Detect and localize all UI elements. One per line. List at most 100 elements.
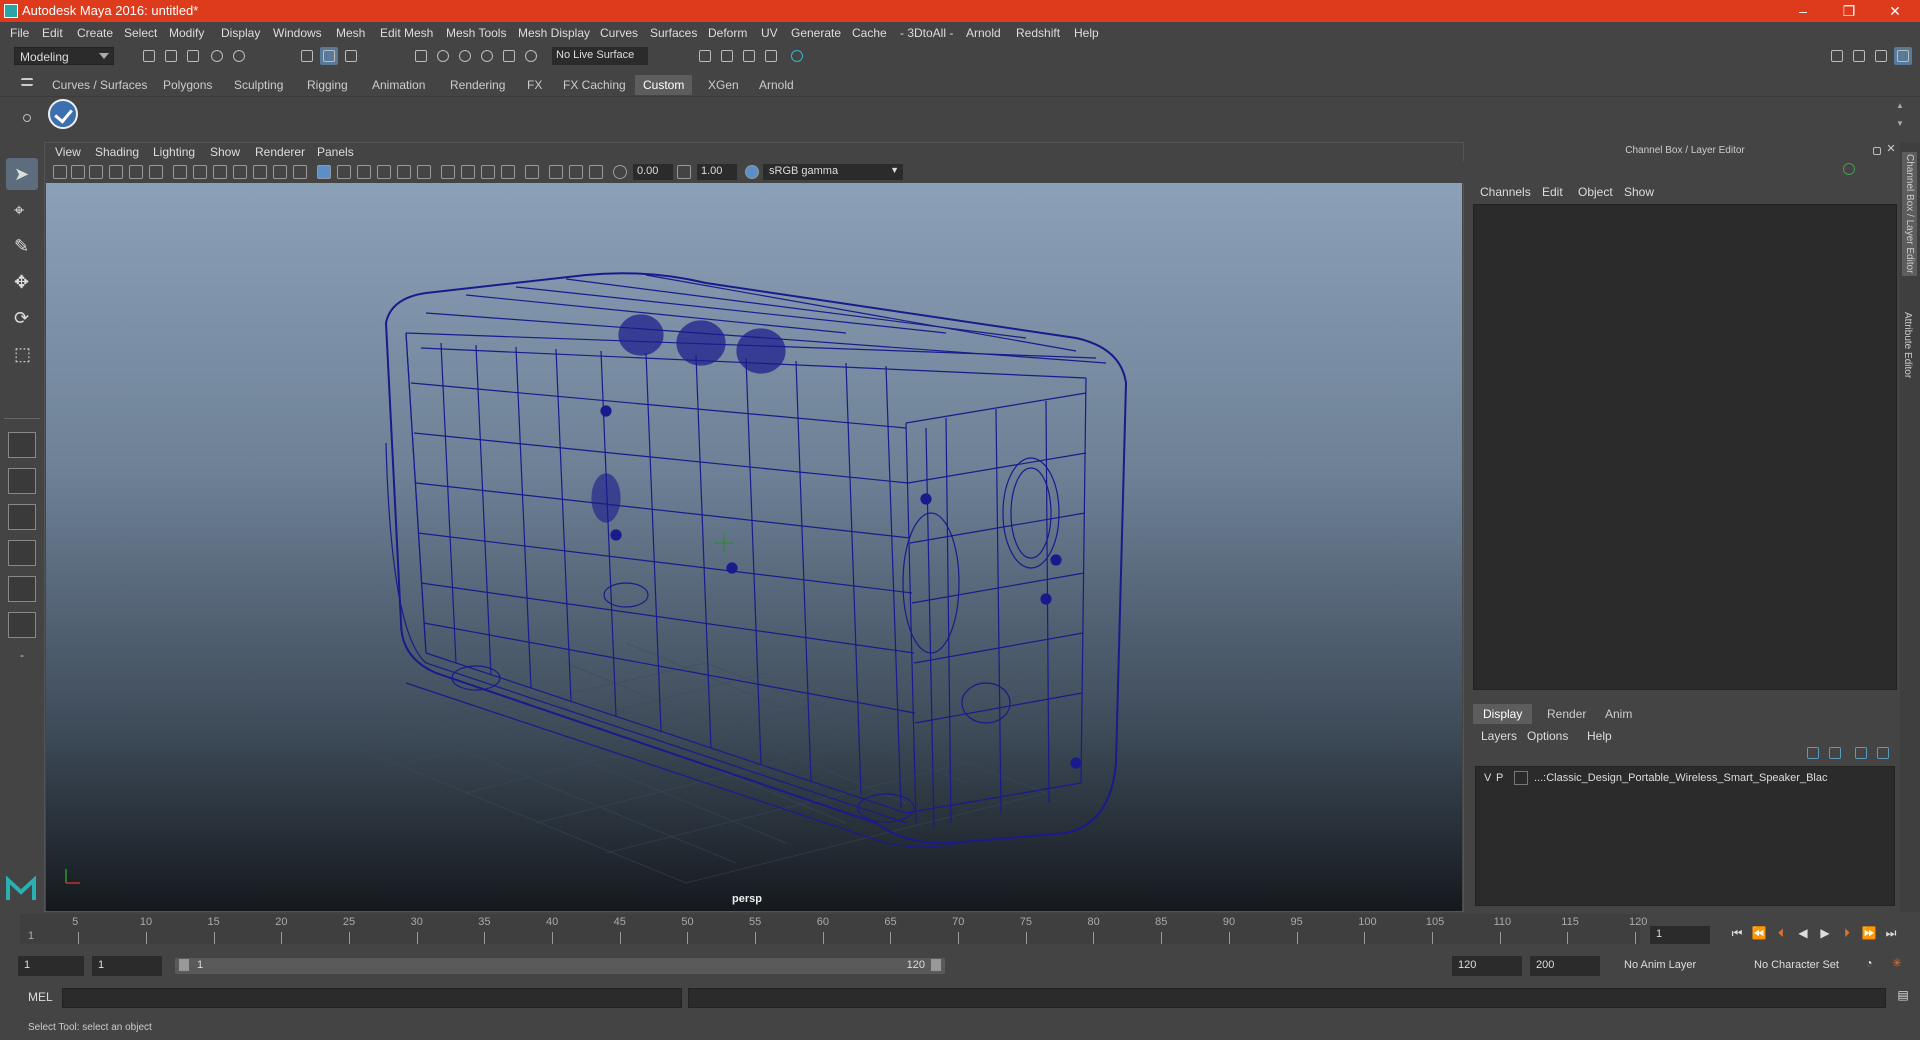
menu-uv[interactable]: UV	[761, 26, 778, 40]
menu-file[interactable]: File	[10, 26, 29, 40]
ipr-render-icon[interactable]	[740, 47, 758, 65]
restore-button[interactable]: ❐	[1826, 0, 1872, 22]
tab-anim[interactable]: Anim	[1595, 704, 1642, 724]
tab-fx[interactable]: FX	[519, 75, 550, 95]
layout-more-icon[interactable]: -	[8, 648, 36, 674]
magnet-icon[interactable]	[522, 47, 540, 65]
rotate-tool-icon[interactable]: ⟳	[6, 302, 38, 334]
layer-visibility-toggle[interactable]: V	[1484, 772, 1491, 784]
resolution-gate-icon[interactable]	[213, 165, 227, 179]
gamma-field[interactable]: 1.00	[697, 164, 737, 180]
channel-box-axis-icon[interactable]	[1840, 160, 1858, 178]
panel-menu-show[interactable]: Show	[210, 145, 240, 159]
render-view-icon[interactable]	[696, 47, 714, 65]
tab-arnold[interactable]: Arnold	[751, 75, 802, 95]
menu-edit[interactable]: Edit	[42, 26, 63, 40]
mel-input[interactable]	[62, 988, 682, 1008]
layer-menu-help[interactable]: Help	[1587, 729, 1612, 743]
menu-deform[interactable]: Deform	[708, 26, 747, 40]
character-set-dropdown[interactable]: No Character Set	[1748, 956, 1868, 976]
menu-generate[interactable]: Generate	[791, 26, 841, 40]
camera-attributes-icon[interactable]	[71, 165, 85, 179]
menu-modify[interactable]: Modify	[169, 26, 204, 40]
layer-menu-layers[interactable]: Layers	[1481, 729, 1517, 743]
snap-live-icon[interactable]	[500, 47, 518, 65]
hypershade-icon[interactable]	[788, 47, 806, 65]
tab-polygons[interactable]: Polygons	[155, 75, 220, 95]
color-space-dropdown[interactable]: sRGB gamma ▼	[763, 164, 903, 180]
anim-start-field[interactable]: 1	[92, 956, 162, 976]
new-scene-icon[interactable]	[140, 47, 158, 65]
menu-edit-mesh[interactable]: Edit Mesh	[380, 26, 433, 40]
xray-components-icon[interactable]	[589, 165, 603, 179]
channel-box-toggle-icon[interactable]	[1894, 47, 1912, 65]
redo-icon[interactable]	[230, 47, 248, 65]
menu-curves[interactable]: Curves	[600, 26, 638, 40]
motion-blur-icon[interactable]	[461, 165, 475, 179]
panel-menu-shading[interactable]: Shading	[95, 145, 139, 159]
attribute-editor-toggle-icon[interactable]	[1850, 47, 1868, 65]
menu-create[interactable]: Create	[77, 26, 113, 40]
save-scene-icon[interactable]	[184, 47, 202, 65]
use-all-lights-icon[interactable]	[397, 165, 411, 179]
grid-toggle-icon[interactable]	[173, 165, 187, 179]
time-ruler[interactable]: 1 5 10 15 20 25 30 35 40 45 50 55 60 65 70 75 80 85 90 95 1…	[20, 914, 1647, 944]
new-layer-selected-icon[interactable]	[1874, 744, 1892, 762]
layer-menu-options[interactable]: Options	[1527, 729, 1568, 743]
cb-menu-show[interactable]: Show	[1624, 185, 1654, 199]
select-hierarchy-icon[interactable]	[298, 47, 316, 65]
ambient-occlusion-icon[interactable]	[441, 165, 455, 179]
move-layer-up-icon[interactable]	[1804, 744, 1822, 762]
depth-of-field-icon[interactable]	[501, 165, 515, 179]
panel-menu-renderer[interactable]: Renderer	[255, 145, 305, 159]
perspective-viewport[interactable]: persp	[46, 183, 1462, 911]
xray-joints-icon[interactable]	[569, 165, 583, 179]
single-perspective-layout-icon[interactable]	[8, 432, 36, 458]
layer-playback-toggle[interactable]: P	[1496, 772, 1503, 784]
menu-select[interactable]: Select	[124, 26, 157, 40]
step-forward-key-icon[interactable]: ⏩	[1860, 926, 1878, 944]
two-d-pan-icon[interactable]	[129, 165, 143, 179]
layer-color-swatch[interactable]	[1514, 771, 1528, 785]
tab-xgen[interactable]: XGen	[700, 75, 747, 95]
tab-rendering[interactable]: Rendering	[442, 75, 513, 95]
panel-menu-panels[interactable]: Panels	[317, 145, 354, 159]
panel-menu-view[interactable]: View	[55, 145, 81, 159]
field-chart-icon[interactable]	[253, 165, 267, 179]
script-editor-icon[interactable]: ▤	[1894, 988, 1912, 1006]
image-plane-icon[interactable]	[109, 165, 123, 179]
shelf-scroll-down-icon[interactable]: ▼	[1896, 119, 1914, 137]
tab-animation[interactable]: Animation	[364, 75, 433, 95]
move-layer-down-icon[interactable]	[1826, 744, 1844, 762]
menu-display[interactable]: Display	[221, 26, 260, 40]
smooth-shade-icon[interactable]	[337, 165, 351, 179]
bookmark-icon[interactable]	[89, 165, 103, 179]
layer-name[interactable]: ...:Classic_Design_Portable_Wireless_Sma…	[1534, 772, 1827, 784]
undo-icon[interactable]	[208, 47, 226, 65]
shelf-menu-icon[interactable]	[18, 75, 36, 93]
close-panel-icon[interactable]: ✕	[1882, 142, 1900, 160]
color-management-icon[interactable]	[745, 165, 759, 179]
side-tab-attribute-editor[interactable]: Attribute Editor	[1902, 312, 1913, 378]
layer-row[interactable]: V P ...:Classic_Design_Portable_Wireless…	[1476, 769, 1894, 787]
gate-mask-icon[interactable]	[233, 165, 247, 179]
menu-3dtoall[interactable]: - 3DtoAll -	[900, 26, 953, 40]
start-time-field[interactable]: 1	[18, 956, 84, 976]
menu-redshift[interactable]: Redshift	[1016, 26, 1060, 40]
film-gate-icon[interactable]	[193, 165, 207, 179]
side-tab-channel-box[interactable]: Channel Box / Layer Editor	[1902, 152, 1917, 276]
range-end-handle[interactable]	[931, 959, 941, 971]
wireframe-on-shaded-icon[interactable]	[357, 165, 371, 179]
new-layer-icon[interactable]	[1852, 744, 1870, 762]
paint-select-tool-icon[interactable]: ✎	[6, 230, 38, 262]
range-bar[interactable]: 1 120	[175, 958, 945, 974]
wireframe-icon[interactable]	[317, 165, 331, 179]
shadows-icon[interactable]	[417, 165, 431, 179]
open-scene-icon[interactable]	[162, 47, 180, 65]
tab-curves-surfaces[interactable]: Curves / Surfaces	[44, 75, 155, 95]
cb-menu-channels[interactable]: Channels	[1480, 185, 1531, 199]
hypershade-persp-layout-icon[interactable]	[8, 576, 36, 602]
go-to-end-icon[interactable]: ⏭	[1882, 926, 1900, 944]
gear-icon[interactable]	[18, 109, 36, 127]
menu-cache[interactable]: Cache	[852, 26, 887, 40]
